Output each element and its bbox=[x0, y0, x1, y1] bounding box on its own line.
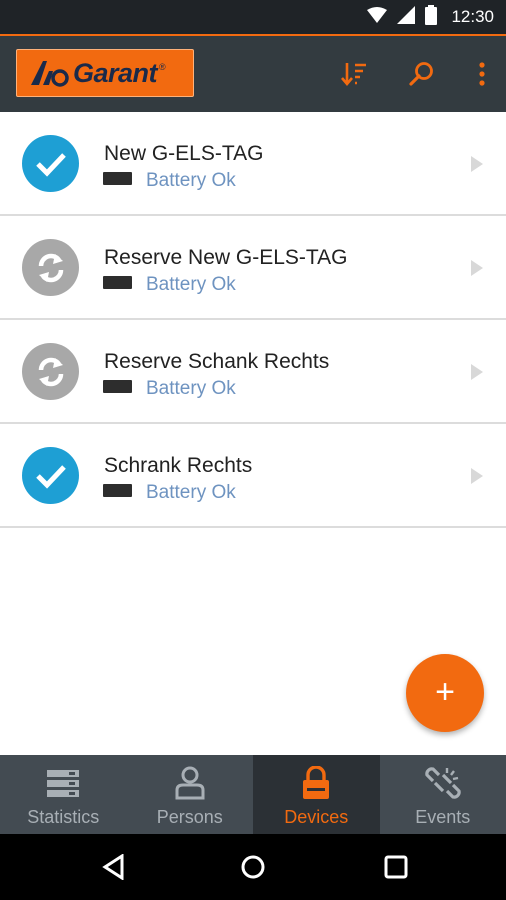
tab-label: Statistics bbox=[27, 807, 100, 827]
back-icon bbox=[102, 854, 124, 880]
tab-label: Events bbox=[415, 807, 471, 827]
device-name: Schrank Rechts bbox=[104, 454, 253, 477]
sort-button[interactable] bbox=[336, 56, 372, 92]
system-navigation-bar bbox=[0, 834, 506, 900]
chevron-right-icon bbox=[471, 260, 483, 276]
logo-text: Garant bbox=[73, 57, 158, 88]
device-row[interactable]: Reserve New G-ELS-TAG Battery Ok bbox=[0, 216, 506, 320]
add-device-button[interactable]: + bbox=[406, 654, 484, 732]
statistics-icon bbox=[43, 765, 83, 801]
recents-button[interactable] bbox=[378, 849, 414, 885]
device-status-ok bbox=[22, 135, 79, 192]
device-name: Reserve Schank Rechts bbox=[104, 350, 330, 373]
device-row[interactable]: New G-ELS-TAG Battery Ok bbox=[0, 112, 506, 216]
tab-persons[interactable]: Persons bbox=[127, 755, 254, 834]
tab-events[interactable]: Events bbox=[380, 755, 506, 834]
battery-level-icon bbox=[103, 172, 132, 185]
home-icon bbox=[241, 855, 265, 879]
logo-registered-mark: ® bbox=[159, 62, 166, 72]
back-button[interactable] bbox=[95, 849, 131, 885]
cell-signal-icon bbox=[397, 5, 416, 29]
tab-statistics[interactable]: Statistics bbox=[0, 755, 127, 834]
chevron-right-icon bbox=[471, 468, 483, 484]
broken-link-icon bbox=[423, 765, 463, 801]
search-icon bbox=[409, 62, 433, 86]
checkmark-icon bbox=[35, 464, 66, 489]
device-row[interactable]: Schrank Rechts Battery Ok bbox=[0, 424, 506, 528]
device-row[interactable]: Reserve Schank Rechts Battery Ok bbox=[0, 320, 506, 424]
battery-status: Battery Ok bbox=[146, 482, 236, 503]
lock-icon bbox=[296, 765, 336, 801]
device-name: New G-ELS-TAG bbox=[104, 142, 264, 165]
more-vert-icon bbox=[479, 62, 485, 86]
wifi-icon bbox=[367, 6, 388, 28]
sync-icon bbox=[38, 357, 63, 386]
overflow-menu-button[interactable] bbox=[464, 56, 500, 92]
battery-status: Battery Ok bbox=[146, 274, 236, 295]
battery-level-icon bbox=[103, 380, 132, 393]
recents-icon bbox=[384, 855, 408, 879]
checkmark-icon bbox=[35, 152, 66, 177]
device-name: Reserve New G-ELS-TAG bbox=[104, 246, 348, 269]
person-icon bbox=[170, 765, 210, 801]
battery-level-icon bbox=[103, 484, 132, 497]
battery-status: Battery Ok bbox=[146, 378, 236, 399]
clock: 12:30 bbox=[451, 7, 494, 26]
search-button[interactable] bbox=[404, 56, 440, 92]
bottom-navigation: Statistics Persons Devices Events bbox=[0, 755, 506, 834]
battery-icon bbox=[425, 4, 438, 30]
sync-icon bbox=[38, 253, 63, 282]
device-status-ok bbox=[22, 447, 79, 504]
sort-icon bbox=[341, 63, 366, 87]
tab-label: Devices bbox=[284, 807, 349, 827]
status-bar: 12:30 bbox=[0, 0, 506, 34]
garant-logo: Garant ® bbox=[16, 49, 194, 97]
device-list: New G-ELS-TAG Battery Ok Reserve New G-E… bbox=[0, 112, 506, 528]
chevron-right-icon bbox=[471, 364, 483, 380]
app-bar: Garant ® bbox=[0, 34, 506, 112]
home-button[interactable] bbox=[235, 849, 271, 885]
device-status-syncing bbox=[22, 239, 79, 296]
tab-label: Persons bbox=[156, 807, 223, 827]
tab-devices[interactable]: Devices bbox=[253, 755, 380, 834]
battery-level-icon bbox=[103, 276, 132, 289]
device-status-syncing bbox=[22, 343, 79, 400]
plus-icon: + bbox=[435, 673, 455, 711]
garant-logo-mark-icon bbox=[31, 61, 69, 87]
battery-status: Battery Ok bbox=[146, 170, 236, 191]
chevron-right-icon bbox=[471, 156, 483, 172]
